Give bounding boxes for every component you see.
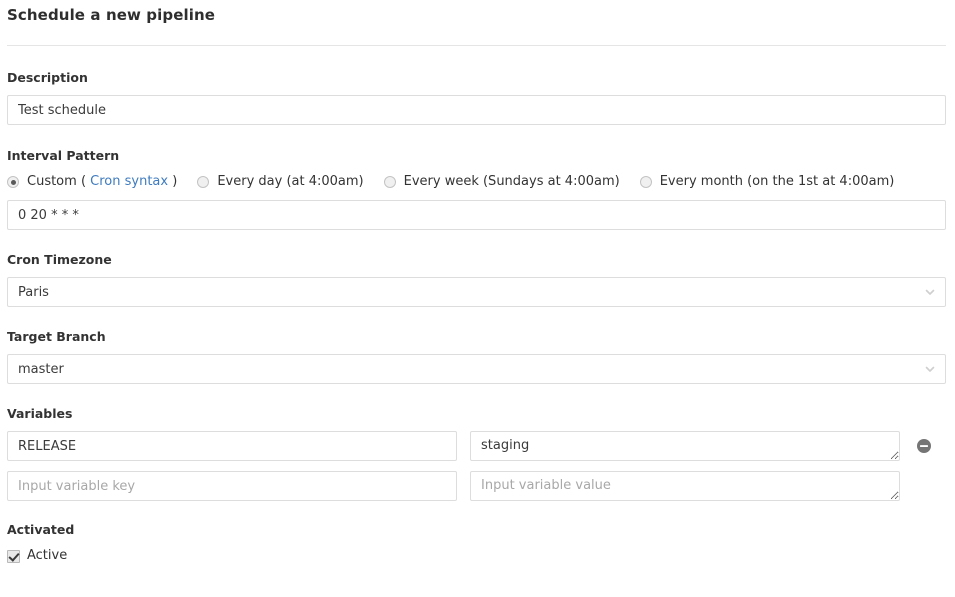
variables-label: Variables [7, 406, 73, 421]
target-branch-label: Target Branch [7, 329, 106, 344]
minus-circle-icon [917, 439, 931, 453]
variables-field-group: Variables staging [0, 406, 955, 501]
variable-value-input[interactable] [470, 471, 900, 501]
timezone-field-group: Cron Timezone [0, 252, 955, 307]
radio-label-every-day: Every day (at 4:00am) [217, 174, 364, 189]
description-input[interactable] [7, 95, 946, 125]
variable-value-input[interactable]: staging [470, 431, 900, 461]
target-branch-select[interactable] [7, 354, 946, 384]
schedule-pipeline-form: Schedule a new pipeline Description Inte… [0, 0, 955, 597]
cron-timezone-label: Cron Timezone [7, 252, 112, 267]
page-title: Schedule a new pipeline [7, 6, 216, 24]
cron-syntax-link[interactable]: Cron syntax [90, 174, 168, 189]
activated-field-group: Activated Active [0, 522, 955, 564]
radio-icon-custom[interactable] [7, 176, 19, 188]
variable-key-input[interactable] [7, 471, 457, 501]
radio-icon-every-day[interactable] [197, 176, 210, 188]
interval-field-group: Interval Pattern Custom ( Cron syntax ) … [0, 148, 955, 230]
cron-expression-input[interactable] [7, 200, 946, 230]
variable-row: staging [7, 431, 946, 461]
radio-label-every-week: Every week (Sundays at 4:00am) [403, 174, 620, 189]
open-paren: ( [80, 174, 87, 189]
radio-option-every-month[interactable]: Every month (on the 1st at 4:00am) [639, 174, 895, 190]
remove-variable-button[interactable] [916, 438, 932, 454]
branch-field-group: Target Branch [0, 329, 955, 384]
radio-label-every-month: Every month (on the 1st at 4:00am) [659, 174, 895, 189]
radio-option-every-day[interactable]: Every day (at 4:00am) [197, 174, 364, 190]
cron-timezone-select-wrap [7, 277, 946, 307]
active-checkbox-label: Active [27, 548, 68, 563]
radio-label-custom-text: Custom [27, 174, 77, 189]
active-checkbox-row[interactable]: Active [7, 548, 946, 564]
interval-radio-group: Custom ( Cron syntax ) Every day (at 4:0… [7, 174, 946, 190]
target-branch-select-wrap [7, 354, 946, 384]
variables-list: staging [7, 431, 946, 501]
radio-icon-every-week[interactable] [383, 176, 396, 188]
cron-timezone-select[interactable] [7, 277, 946, 307]
radio-option-every-week[interactable]: Every week (Sundays at 4:00am) [383, 174, 620, 190]
header-divider [7, 45, 946, 46]
radio-icon-every-month[interactable] [639, 176, 652, 188]
variable-key-input[interactable] [7, 431, 457, 461]
variable-row [7, 471, 946, 501]
active-checkbox[interactable] [7, 549, 20, 563]
close-paren: ) [172, 174, 178, 189]
activated-label: Activated [7, 522, 75, 537]
description-field-group: Description [0, 70, 955, 125]
radio-option-custom[interactable]: Custom ( Cron syntax ) [7, 174, 177, 190]
description-label: Description [7, 70, 88, 85]
interval-pattern-label: Interval Pattern [7, 148, 120, 163]
radio-label-custom: Custom ( Cron syntax ) [27, 174, 177, 190]
